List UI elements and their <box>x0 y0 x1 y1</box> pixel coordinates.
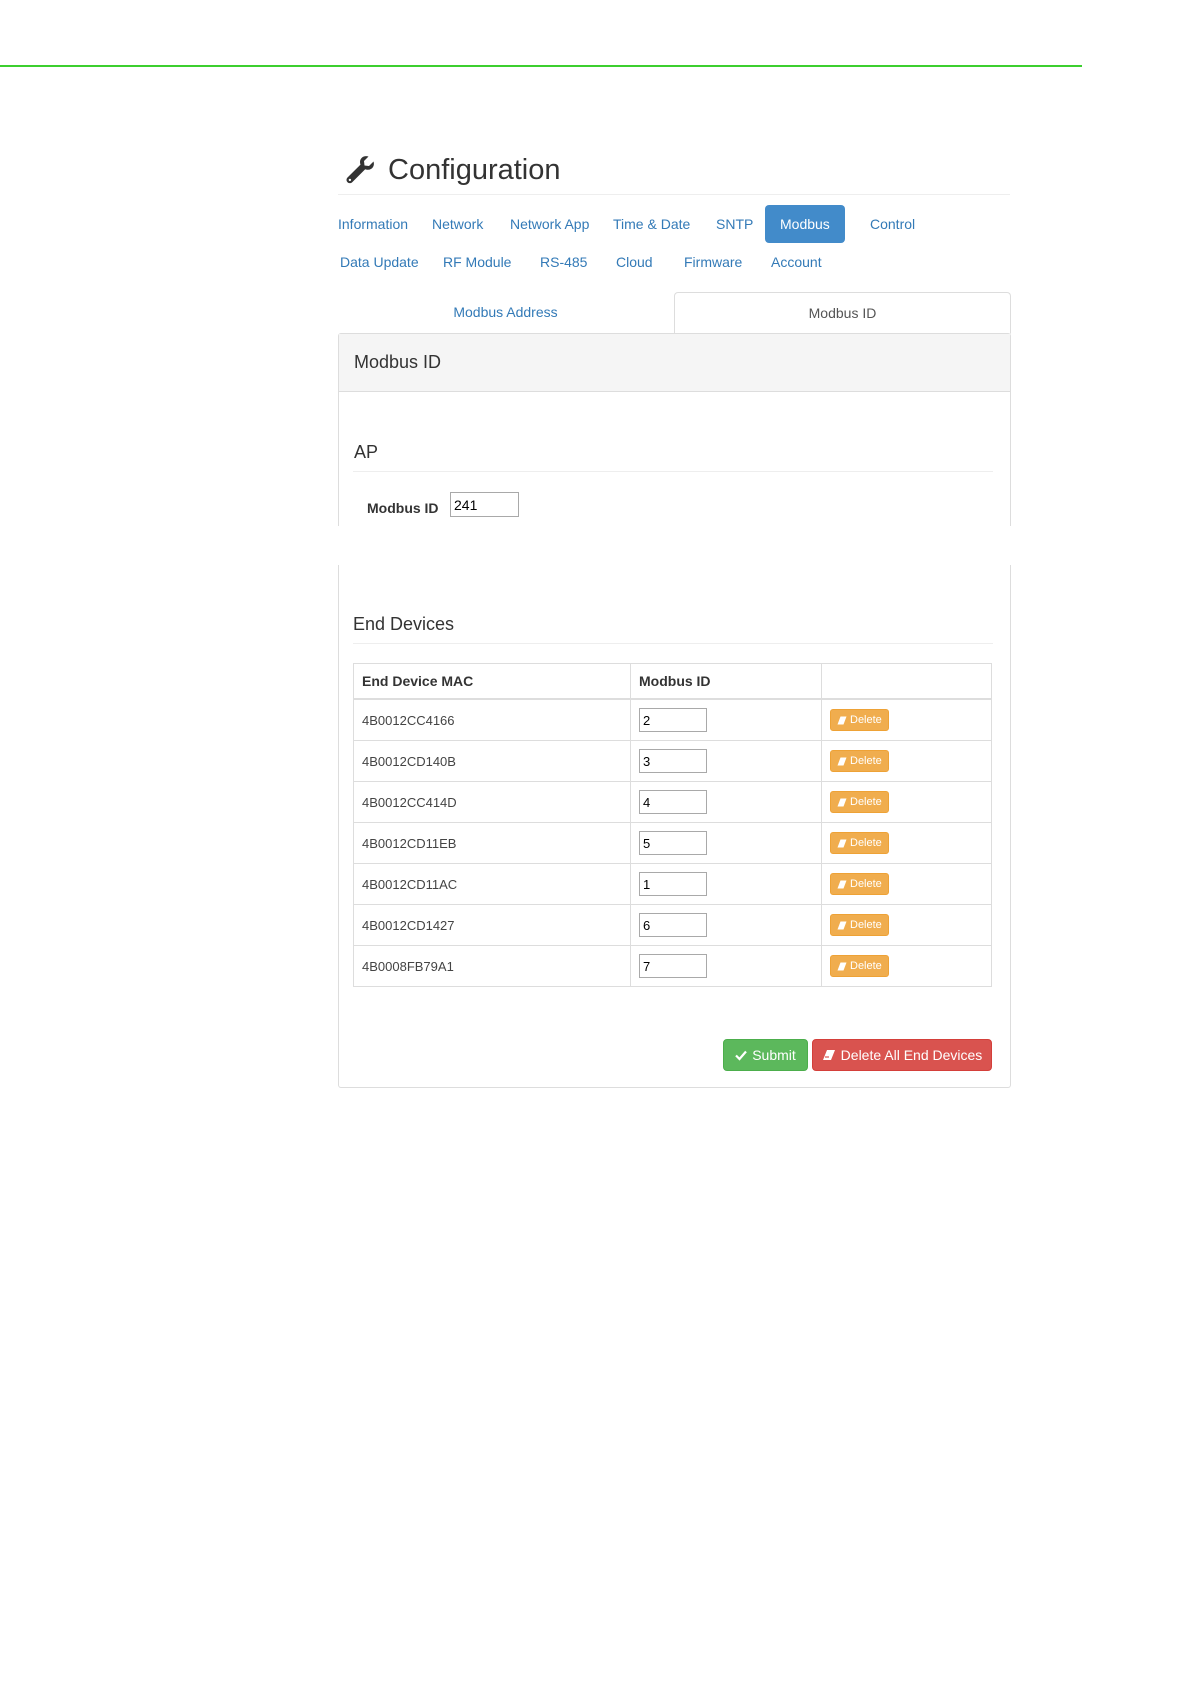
nav-rs-485[interactable]: RS-485 <box>525 243 602 281</box>
end-devices-divider <box>353 643 993 644</box>
end-device-mac: 4B0012CD140B <box>353 740 631 782</box>
end-device-modbus-id-input[interactable] <box>639 708 707 732</box>
end-device-mac: 4B0012CD11EB <box>353 822 631 864</box>
eraser-icon <box>837 716 847 724</box>
table-row: 4B0008FB79A1 Delete <box>353 945 992 987</box>
end-device-modbus-id-cell <box>630 863 822 905</box>
end-device-modbus-id-cell <box>630 740 822 782</box>
eraser-icon <box>837 839 847 847</box>
submit-label: Submit <box>752 1047 796 1063</box>
title-divider <box>338 194 1010 195</box>
table-row: 4B0012CC4166 Delete <box>353 698 992 741</box>
table-header-row: End Device MAC Modbus ID <box>353 663 992 700</box>
modbus-subtabs: Modbus Address Modbus ID <box>338 292 1011 334</box>
ap-modbus-id-label: Modbus ID <box>367 500 439 516</box>
submit-button[interactable]: Submit <box>723 1039 808 1071</box>
eraser-icon <box>837 757 847 765</box>
end-device-modbus-id-cell <box>630 698 822 741</box>
delete-all-end-devices-button[interactable]: Delete All End Devices <box>812 1039 992 1071</box>
nav-modbus[interactable]: Modbus <box>765 205 845 243</box>
delete-label: Delete <box>850 960 882 972</box>
end-device-mac: 4B0012CD1427 <box>353 904 631 946</box>
nav-control[interactable]: Control <box>855 205 930 243</box>
nav-data-update[interactable]: Data Update <box>325 243 434 281</box>
delete-label: Delete <box>850 919 882 931</box>
nav-cloud[interactable]: Cloud <box>601 243 668 281</box>
delete-end-device-button[interactable]: Delete <box>830 709 889 731</box>
end-device-mac: 4B0008FB79A1 <box>353 945 631 987</box>
delete-label: Delete <box>850 837 882 849</box>
eraser-icon <box>837 798 847 806</box>
nav-time-date[interactable]: Time & Date <box>598 205 705 243</box>
table-row: 4B0012CD11EB Delete <box>353 822 992 864</box>
delete-end-device-button[interactable]: Delete <box>830 873 889 895</box>
end-device-actions-cell: Delete <box>821 698 992 741</box>
nav-network-app[interactable]: Network App <box>495 205 604 243</box>
panel-heading: Modbus ID <box>339 334 1010 392</box>
wrench-icon <box>346 156 374 184</box>
delete-all-label: Delete All End Devices <box>840 1047 983 1063</box>
tab-modbus-address[interactable]: Modbus Address <box>338 292 673 332</box>
end-device-mac: 4B0012CC4166 <box>353 698 631 741</box>
ap-section-title: AP <box>354 442 379 462</box>
eraser-icon <box>837 962 847 970</box>
end-device-modbus-id-input[interactable] <box>639 790 707 814</box>
end-device-actions-cell: Delete <box>821 822 992 864</box>
delete-end-device-button[interactable]: Delete <box>830 791 889 813</box>
delete-label: Delete <box>850 878 882 890</box>
delete-end-device-button[interactable]: Delete <box>830 914 889 936</box>
end-device-modbus-id-input[interactable] <box>639 954 707 978</box>
delete-end-device-button[interactable]: Delete <box>830 955 889 977</box>
end-device-mac: 4B0012CD11AC <box>353 863 631 905</box>
column-header-modbus-id: Modbus ID <box>630 663 822 700</box>
nav-network[interactable]: Network <box>417 205 498 243</box>
end-device-modbus-id-cell <box>630 781 822 823</box>
delete-label: Delete <box>850 755 882 767</box>
end-device-modbus-id-input[interactable] <box>639 831 707 855</box>
eraser-icon <box>837 921 847 929</box>
delete-label: Delete <box>850 796 882 808</box>
page-title-text: Configuration <box>388 153 561 186</box>
end-device-actions-cell: Delete <box>821 945 992 987</box>
end-device-actions-cell: Delete <box>821 781 992 823</box>
modbus-id-panel: Modbus ID <box>338 333 1011 526</box>
table-row: 4B0012CD140B Delete <box>353 740 992 782</box>
nav-sntp[interactable]: SNTP <box>701 205 768 243</box>
end-device-mac: 4B0012CC414D <box>353 781 631 823</box>
nav-rf-module[interactable]: RF Module <box>428 243 526 281</box>
end-devices-table: End Device MAC Modbus ID 4B0012CC4166 Del… <box>353 663 992 987</box>
end-device-modbus-id-cell <box>630 945 822 987</box>
ap-divider <box>353 471 993 472</box>
end-device-modbus-id-input[interactable] <box>639 913 707 937</box>
table-row: 4B0012CC414D Delete <box>353 781 992 823</box>
ap-modbus-id-input[interactable] <box>450 492 519 517</box>
end-device-actions-cell: Delete <box>821 904 992 946</box>
end-device-modbus-id-cell <box>630 904 822 946</box>
check-icon <box>735 1050 748 1061</box>
nav-information[interactable]: Information <box>323 205 423 243</box>
end-device-modbus-id-input[interactable] <box>639 872 707 896</box>
column-header-mac: End Device MAC <box>353 663 631 700</box>
end-device-actions-cell: Delete <box>821 740 992 782</box>
top-rule <box>0 65 1082 67</box>
table-row: 4B0012CD1427 Delete <box>353 904 992 946</box>
eraser-icon <box>822 1050 835 1060</box>
end-device-modbus-id-input[interactable] <box>639 749 707 773</box>
nav-firmware[interactable]: Firmware <box>669 243 757 281</box>
column-header-actions <box>821 663 992 700</box>
tab-modbus-id[interactable]: Modbus ID <box>674 292 1011 334</box>
delete-label: Delete <box>850 714 882 726</box>
end-device-modbus-id-cell <box>630 822 822 864</box>
table-row: 4B0012CD11AC Delete <box>353 863 992 905</box>
nav-account[interactable]: Account <box>756 243 837 281</box>
delete-end-device-button[interactable]: Delete <box>830 832 889 854</box>
end-devices-section-title: End Devices <box>353 614 455 634</box>
end-device-actions-cell: Delete <box>821 863 992 905</box>
delete-end-device-button[interactable]: Delete <box>830 750 889 772</box>
page-title: Configuration <box>344 150 561 190</box>
eraser-icon <box>837 880 847 888</box>
